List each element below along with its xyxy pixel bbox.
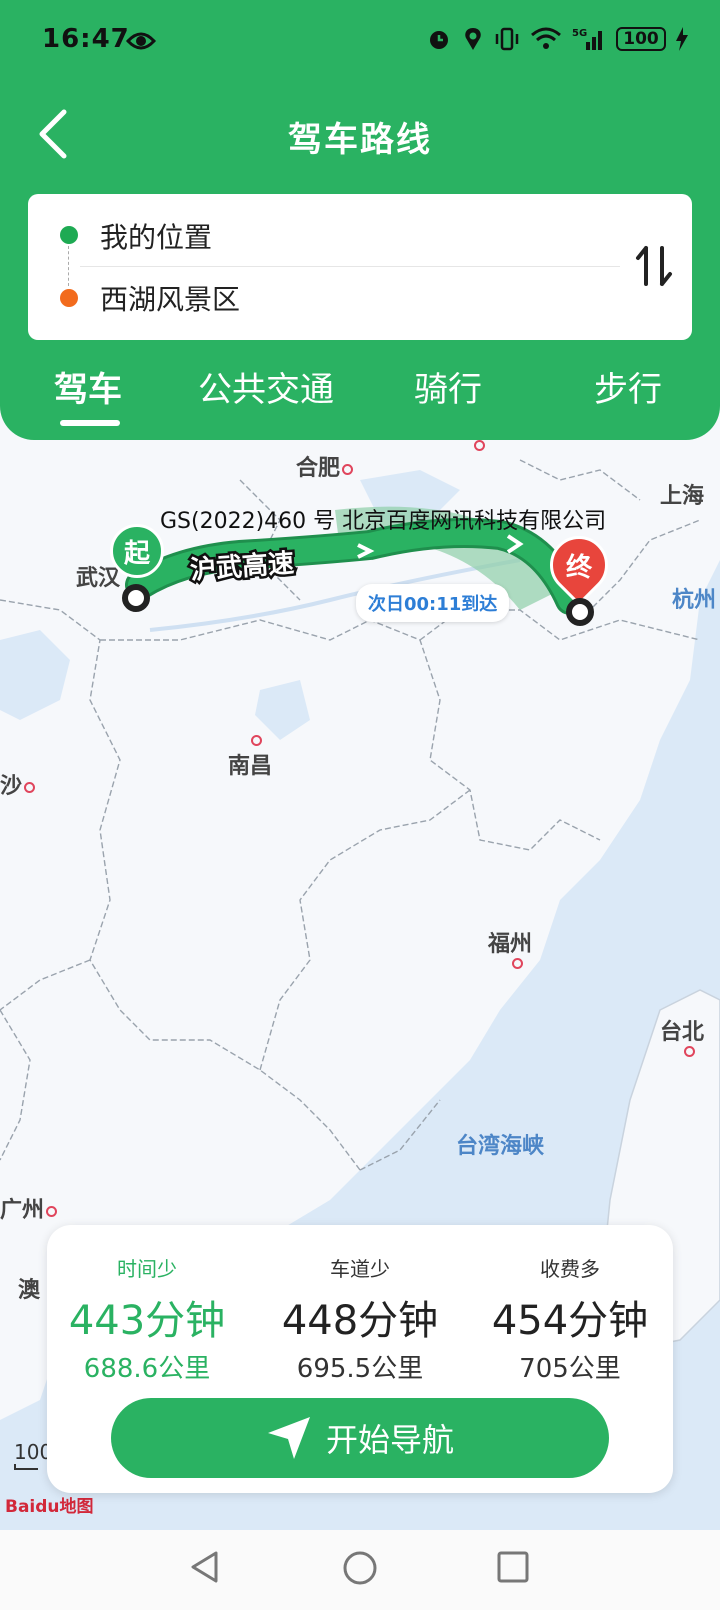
route-option-time: 448分钟 [281, 1298, 439, 1344]
location-icon [465, 28, 481, 50]
route-option-label: 车道少 [330, 1257, 390, 1281]
city-taipei: 台北 [660, 1020, 705, 1045]
charging-icon [676, 27, 688, 51]
swap-route-icon[interactable] [634, 244, 674, 288]
route-option-distance: 688.6公里 [83, 1354, 211, 1384]
city-guangzhou: 广州 [0, 1192, 58, 1224]
city-fuzhou: 福州 [488, 932, 533, 957]
tab-cycling[interactable]: 骑行 [414, 362, 482, 411]
tab-driving[interactable]: 驾车 [54, 362, 122, 411]
navigation-arrow-icon [267, 1417, 310, 1459]
arrival-time-badge: 次日00:11到达 [356, 584, 510, 622]
eye-icon [126, 32, 156, 50]
start-marker[interactable]: 起 [110, 524, 170, 612]
start-navigation-button[interactable]: 开始导航 [111, 1398, 609, 1478]
system-navigation-bar [0, 1530, 720, 1610]
end-marker-label: 终 [565, 552, 592, 583]
alarm-icon [430, 31, 448, 49]
cellular-signal-icon: 5G [572, 28, 602, 50]
status-bar: 16:47 5G 100 [0, 0, 720, 84]
baidu-map-logo: Baidu地图 [5, 1497, 94, 1517]
route-options-panel: 时间少 443分钟 688.6公里 车道少 448分钟 695.5公里 收费多 … [47, 1225, 673, 1493]
route-option-label: 时间少 [117, 1257, 177, 1281]
transport-mode-tabs: 驾车 公共交通 骑行 步行 [0, 362, 720, 432]
tab-walking[interactable]: 步行 [594, 362, 662, 411]
route-option-distance: 695.5公里 [296, 1354, 424, 1384]
route-option-fastest[interactable]: 时间少 443分钟 688.6公里 [47, 1253, 247, 1385]
city-changsha: 沙 [0, 768, 36, 800]
tab-public-transit[interactable]: 公共交通 [198, 362, 334, 411]
city-nanchang: 南昌 [228, 754, 273, 779]
strait-label: 台湾海峡 [456, 1134, 545, 1159]
nav-back-icon[interactable] [188, 1550, 222, 1584]
route-option-fewer-lanes[interactable]: 车道少 448分钟 695.5公里 [260, 1253, 460, 1385]
route-option-more-tolls[interactable]: 收费多 454分钟 705公里 [470, 1253, 670, 1385]
status-time: 16:47 [42, 24, 130, 54]
page-title: 驾车路线 [288, 120, 432, 160]
origin-dot [60, 226, 78, 244]
active-tab-indicator [60, 420, 120, 426]
wifi-icon [531, 27, 561, 49]
vibrate-icon [495, 27, 519, 51]
route-card: 我的位置 西湖风景区 [28, 194, 692, 340]
battery-indicator: 100 [616, 27, 666, 51]
city-hefei: 合肥 [296, 450, 354, 482]
start-navigation-label: 开始导航 [325, 1421, 454, 1459]
route-option-time: 454分钟 [491, 1298, 649, 1344]
route-option-label: 收费多 [540, 1257, 600, 1281]
map-copyright: GS(2022)460 号 北京百度网讯科技有限公司 [160, 509, 607, 534]
origin-field[interactable]: 我的位置 [100, 216, 212, 256]
signal-type: 5G [572, 28, 587, 39]
end-marker[interactable]: 终 [537, 523, 621, 626]
highway-label: 沪武高速 [187, 545, 298, 588]
city-hangzhou: 杭州 [672, 588, 717, 613]
destination-field[interactable]: 西湖风景区 [100, 278, 240, 318]
nav-home-icon[interactable] [342, 1550, 378, 1586]
start-marker-label: 起 [110, 524, 164, 578]
route-option-time: 443分钟 [68, 1298, 226, 1344]
route-option-distance: 705公里 [519, 1354, 621, 1384]
nav-recents-icon[interactable] [496, 1550, 530, 1584]
destination-dot [60, 289, 78, 307]
svg-text:沪武高速: 沪武高速 [189, 548, 295, 586]
city-shanghai: 上海 [660, 484, 705, 509]
header: 16:47 5G 100 驾车路线 我的位置 西湖风景区 驾车 公共交通 骑行 … [0, 0, 720, 440]
city-macau: 澳 [18, 1278, 41, 1303]
